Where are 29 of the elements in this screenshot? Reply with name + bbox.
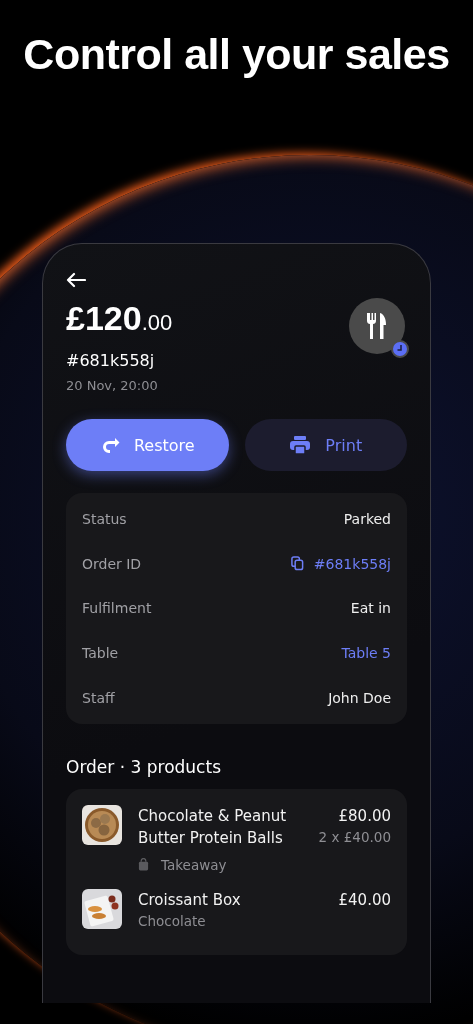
restore-button[interactable]: Restore [66, 419, 229, 471]
headline: Control all your sales [22, 29, 451, 79]
printer-icon [289, 435, 312, 455]
cutlery-icon [365, 312, 389, 340]
back-icon[interactable] [66, 272, 86, 288]
product-price: £40.00 [338, 889, 391, 911]
detail-label: Table [82, 645, 119, 662]
product-name: Croissant Box [138, 889, 242, 911]
fulfilment-tag: Takeaway [161, 856, 227, 873]
order-number: #681k558j [66, 351, 156, 370]
detail-label: Status [82, 511, 127, 528]
bag-icon [138, 858, 149, 872]
order-date: 20 Nov, 20:00 [66, 378, 159, 393]
print-button[interactable]: Print [244, 419, 407, 471]
detail-label: Fulfilment [82, 600, 152, 617]
product-name: Chocolate & Peanut Butter Protein Balls [138, 805, 288, 849]
detail-value[interactable]: Table 5 [341, 645, 391, 662]
detail-label: Order ID [82, 555, 142, 572]
detail-value: John Doe [328, 689, 391, 706]
detail-value: Parked [343, 511, 391, 528]
product-variant: Chocolate [138, 911, 207, 931]
order-heading: Order · 3 products [66, 756, 222, 777]
detail-value: Eat in [350, 600, 391, 617]
detail-label: Staff [82, 689, 115, 706]
unit-price: 2 x £40.00 [318, 827, 391, 847]
order-total: £120.00 [66, 298, 173, 339]
copy-icon[interactable] [290, 556, 304, 572]
product-price: £80.00 [337, 805, 391, 827]
detail-value: #681k558j [313, 555, 391, 572]
